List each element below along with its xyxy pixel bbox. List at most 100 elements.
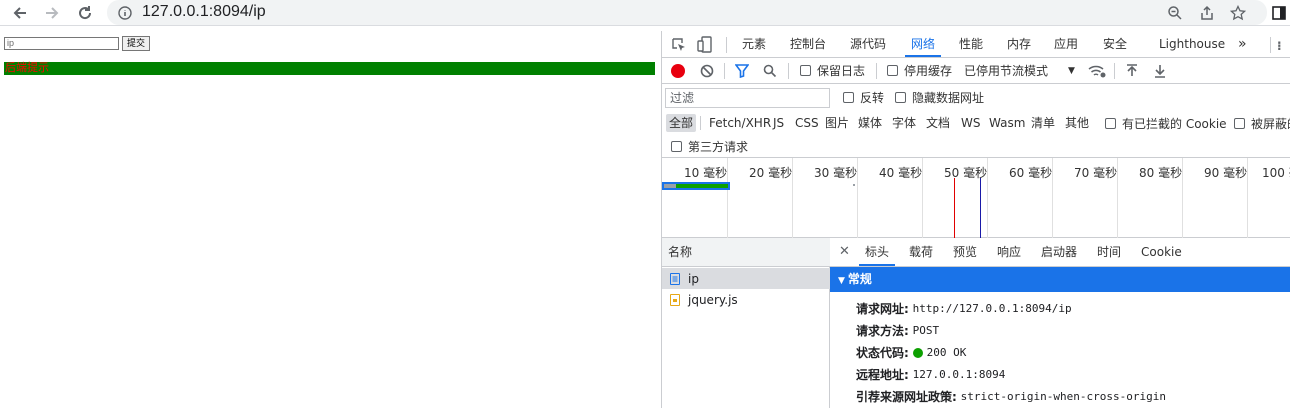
info-icon[interactable]	[115, 3, 135, 23]
hide-data-urls-checkbox[interactable]: 隐藏数据网址	[895, 84, 984, 111]
throttle-label: 已停用节流模式	[964, 64, 1049, 78]
third-party-checkbox[interactable]: 第三方请求	[671, 135, 748, 157]
tab-network[interactable]: 网络	[904, 31, 942, 57]
type-all[interactable]: 全部	[666, 114, 697, 132]
throttle-select[interactable]: 已停用节流模式 ▼	[964, 58, 1075, 83]
general-value: POST	[912, 324, 940, 337]
submit-button[interactable]: 提交	[122, 36, 150, 51]
tab-elements[interactable]: 元素	[742, 31, 766, 57]
tick-label: 30 毫秒	[814, 166, 858, 180]
close-icon[interactable]: ✕	[839, 244, 850, 259]
checkbox[interactable]	[800, 65, 811, 76]
tab-timing[interactable]: 时间	[1097, 238, 1121, 266]
checkbox[interactable]	[895, 92, 906, 103]
export-har-icon[interactable]	[1153, 64, 1167, 81]
type-media[interactable]: 媒体	[855, 114, 885, 132]
more-tabs-button[interactable]: »	[1238, 31, 1247, 57]
type-other[interactable]: 其他	[1062, 114, 1092, 132]
checkbox[interactable]	[843, 92, 854, 103]
general-key: 远程地址:	[856, 368, 909, 382]
tab-console[interactable]: 控制台	[790, 31, 826, 57]
inspect-icon[interactable]	[671, 37, 687, 56]
tab-cookies[interactable]: Cookie	[1141, 238, 1182, 266]
tab-performance[interactable]: 性能	[959, 31, 983, 57]
invert-checkbox[interactable]: 反转	[843, 84, 884, 111]
type-doc[interactable]: 文档	[923, 114, 953, 132]
general-row: 引荐来源网址政策: strict-origin-when-cross-origi…	[856, 388, 1166, 405]
status-message: 后端提示	[4, 62, 655, 75]
tick-line	[1117, 158, 1118, 238]
clear-icon[interactable]	[700, 64, 714, 81]
general-row: 远程地址: 127.0.0.1:8094	[856, 366, 1005, 383]
bookmark-star-icon[interactable]	[1228, 3, 1248, 23]
blocked-cookies-checkbox[interactable]: 有已拦截的 Cookie	[1105, 111, 1227, 135]
request-name: jquery.js	[688, 292, 738, 307]
address-bar[interactable]: 127.0.0.1:8094/ip	[107, 0, 1267, 25]
blocked-cookies-label: 有已拦截的 Cookie	[1122, 116, 1227, 131]
request-name: ip	[688, 271, 699, 286]
request-bar-download	[676, 184, 728, 188]
tick-label: 90 毫秒	[1204, 166, 1248, 180]
checkbox[interactable]	[1105, 117, 1116, 129]
device-toolbar-icon[interactable]	[697, 36, 713, 56]
third-party-row: 第三方请求	[662, 135, 1290, 158]
detail-tab-bar: ✕ 标头 载荷 预览 响应 启动器 时间 Cookie	[830, 238, 1290, 267]
tab-payload[interactable]: 载荷	[909, 238, 933, 266]
url-text[interactable]: 127.0.0.1:8094/ip	[142, 3, 266, 21]
timeline-overview[interactable]: 10 毫秒 20 毫秒 30 毫秒 40 毫秒 50 毫秒 60 毫秒 70 毫…	[662, 158, 1290, 238]
general-key: 引荐来源网址政策:	[856, 390, 957, 404]
tab-response[interactable]: 响应	[997, 238, 1021, 266]
share-icon[interactable]	[1197, 3, 1217, 23]
checkbox[interactable]	[887, 65, 898, 76]
tab-lighthouse[interactable]: Lighthouse	[1159, 31, 1225, 57]
request-row-jquery[interactable]: jquery.js	[662, 289, 830, 310]
ip-input[interactable]: ip	[4, 37, 119, 50]
type-manifest[interactable]: 清单	[1028, 114, 1058, 132]
chevron-down-icon: ▼	[1068, 65, 1075, 76]
tab-security[interactable]: 安全	[1103, 31, 1127, 57]
zoom-icon[interactable]	[1165, 3, 1185, 23]
general-row: 请求方法: POST	[856, 322, 939, 339]
general-section-header[interactable]: ▼ 常规	[830, 267, 1290, 292]
type-wasm[interactable]: Wasm	[986, 114, 1028, 132]
settings-icon[interactable]: ⁝	[1277, 39, 1282, 53]
network-conditions-icon[interactable]	[1088, 63, 1106, 82]
script-file-icon	[670, 293, 680, 306]
general-row: 状态代码: 200 OK	[856, 344, 966, 361]
section-title: 常规	[847, 272, 872, 286]
tick-label: 70 毫秒	[1074, 166, 1118, 180]
tab-headers[interactable]: 标头	[858, 238, 896, 266]
forward-arrow-icon[interactable]	[41, 2, 63, 24]
checkbox[interactable]	[1234, 117, 1245, 129]
filter-input[interactable]: 过滤	[665, 88, 830, 108]
tab-initiator[interactable]: 启动器	[1041, 238, 1077, 266]
general-key: 状态代码:	[856, 346, 909, 360]
separator	[1270, 37, 1271, 53]
tick-line	[1247, 158, 1248, 238]
type-fetch-xhr[interactable]: Fetch/XHR	[706, 114, 774, 132]
tick-label: 100 毫	[1262, 166, 1290, 180]
type-img[interactable]: 图片	[822, 114, 852, 132]
import-har-icon[interactable]	[1125, 64, 1139, 81]
tick-line	[1052, 158, 1053, 238]
tab-sources[interactable]: 源代码	[850, 31, 886, 57]
search-icon[interactable]	[763, 64, 777, 81]
name-column-header[interactable]: 名称	[662, 238, 830, 267]
tab-application[interactable]: 应用	[1054, 31, 1078, 57]
type-font[interactable]: 字体	[889, 114, 919, 132]
blocked-requests-checkbox[interactable]: 被屏蔽的	[1234, 111, 1290, 135]
disable-cache-checkbox[interactable]: 停用缓存	[887, 58, 952, 83]
type-css[interactable]: CSS	[792, 114, 822, 132]
filter-icon[interactable]	[734, 64, 750, 81]
preserve-log-checkbox[interactable]: 保留日志	[800, 58, 865, 83]
back-arrow-icon[interactable]	[9, 2, 31, 24]
tab-preview[interactable]: 预览	[953, 238, 977, 266]
side-panel-icon[interactable]	[1268, 2, 1290, 24]
type-ws[interactable]: WS	[958, 114, 983, 132]
request-row-ip[interactable]: ip	[662, 268, 830, 289]
record-icon[interactable]	[671, 64, 685, 78]
reload-icon[interactable]	[74, 2, 96, 24]
type-js[interactable]: JS	[770, 114, 787, 132]
checkbox[interactable]	[671, 140, 682, 152]
tab-memory[interactable]: 内存	[1007, 31, 1031, 57]
